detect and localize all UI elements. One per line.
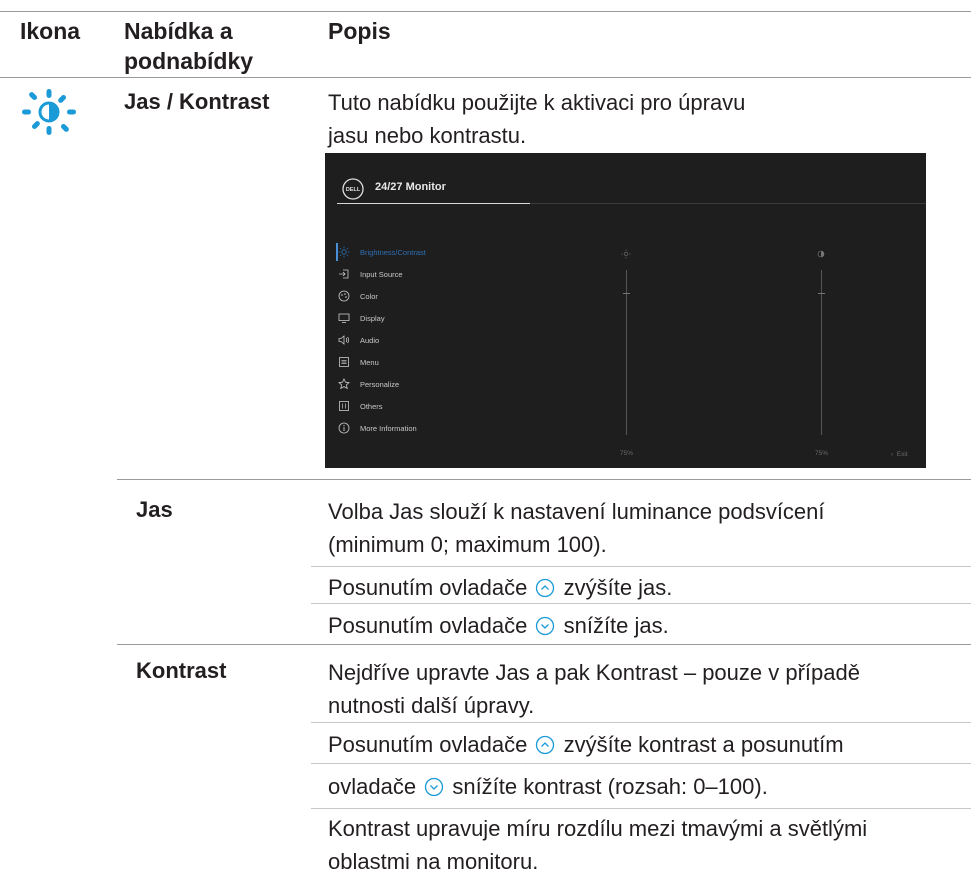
chevron-up-circle-icon — [536, 735, 555, 755]
osd-menu-label: Display — [360, 313, 385, 323]
kontrast-description: Nejdříve upravte Jas a pak Kontrast – po… — [328, 660, 860, 718]
jas-decrease-line: Posunutím ovladače snížíte jas. — [328, 609, 669, 642]
svg-text:DELL: DELL — [346, 187, 361, 193]
kontrast-decrease-pre: ovladače — [328, 774, 417, 799]
brightness-icon — [338, 246, 350, 258]
kontrast-explanation: Kontrast upravuje míru rozdílu mezi tmav… — [328, 816, 868, 874]
kontrast-decrease-line: ovladače snížíte kontrast (rozsah: 0–100… — [328, 770, 768, 803]
osd-menu-label: Menu — [360, 357, 379, 367]
osd-contrast-slider[interactable] — [821, 270, 822, 435]
star-icon — [338, 378, 350, 390]
header-description-column: Popis — [328, 18, 391, 44]
osd-menu-others[interactable]: Others — [338, 397, 383, 415]
header-menu-column: Nabídka a podnabídky — [124, 18, 254, 74]
osd-contrast-icon — [817, 250, 825, 258]
row-divider-kontrast-sub2 — [311, 763, 971, 764]
osd-menu-label: Others — [360, 401, 383, 411]
osd-menu-more-information[interactable]: More Information — [338, 419, 417, 437]
table-top-rule — [0, 11, 971, 12]
chevron-up-circle-icon — [536, 578, 555, 598]
osd-menu-label: Input Source — [360, 269, 403, 279]
others-icon — [339, 401, 349, 411]
jas-decrease-post: snížíte jas. — [563, 613, 669, 638]
osd-menu-label: Personalize — [360, 379, 400, 389]
dell-logo-icon: DELL — [342, 178, 364, 200]
osd-menu-label: Audio — [360, 335, 380, 345]
color-icon — [338, 290, 350, 302]
header-icon-column: Ikona — [20, 18, 81, 44]
brightness-contrast-icon — [20, 83, 78, 141]
info-icon — [338, 422, 350, 434]
osd-exit-button[interactable]: ‹ Exit — [891, 451, 908, 458]
jas-increase-line: Posunutím ovladače zvýšíte jas. — [328, 571, 672, 604]
main-description: Tuto nabídku použijte k aktivaci pro úpr… — [328, 90, 746, 148]
kontrast-increase-pre: Posunutím ovladače — [328, 732, 528, 757]
osd-tab-rule — [530, 203, 926, 204]
row-divider-jas-sub — [311, 566, 971, 567]
osd-menu-label: Color — [360, 291, 378, 301]
osd-brightness-sun-icon — [621, 249, 631, 259]
row-divider-kontrast-sub3 — [311, 808, 971, 809]
osd-menu-display[interactable]: Display — [338, 309, 385, 327]
osd-contrast-thumb[interactable] — [818, 293, 825, 294]
jas-increase-pre: Posunutím ovladače — [328, 575, 528, 600]
input-source-icon — [339, 269, 349, 279]
menu-label-jas-kontrast: Jas / Kontrast — [124, 89, 270, 114]
kontrast-increase-post: zvýšíte kontrast a posunutím — [563, 732, 844, 757]
row-divider-kontrast — [117, 644, 971, 645]
osd-exit-label: Exit — [896, 451, 908, 458]
osd-menu-audio[interactable]: Audio — [338, 331, 379, 349]
chevron-down-circle-icon — [536, 616, 555, 636]
audio-icon — [338, 335, 350, 345]
row-divider-jas — [117, 479, 971, 480]
osd-contrast-value: 75% — [815, 450, 829, 457]
kontrast-increase-line: Posunutím ovladače zvýšíte kontrast a po… — [328, 728, 844, 761]
osd-menu-label: Brightness/Contrast — [360, 247, 426, 257]
osd-tab-underline — [337, 203, 530, 204]
jas-decrease-pre: Posunutím ovladače — [328, 613, 528, 638]
osd-brightness-slider[interactable] — [626, 270, 627, 435]
jas-description: Volba Jas slouží k nastavení luminance p… — [328, 499, 825, 557]
osd-screenshot: DELL 24/27 Monitor Brightness/Contrast I… — [325, 153, 926, 468]
row-divider-kontrast-sub — [311, 722, 971, 723]
osd-menu-label: More Information — [360, 423, 417, 433]
display-icon — [338, 313, 350, 323]
header-bottom-rule — [0, 77, 971, 78]
osd-menu-menu[interactable]: Menu — [338, 353, 379, 371]
osd-brightness-value: 75% — [620, 450, 634, 457]
osd-title: 24/27 Monitor — [375, 181, 446, 193]
osd-menu-color[interactable]: Color — [338, 287, 378, 305]
osd-menu-input-source[interactable]: Input Source — [338, 265, 403, 283]
menu-label-jas: Jas — [136, 497, 173, 522]
osd-menu-personalize[interactable]: Personalize — [338, 375, 399, 393]
menu-label-kontrast: Kontrast — [136, 658, 227, 683]
kontrast-decrease-post: snížíte kontrast (rozsah: 0–100). — [452, 774, 768, 799]
chevron-down-circle-icon — [425, 777, 444, 797]
menu-icon — [339, 357, 349, 367]
jas-increase-post: zvýšíte jas. — [563, 575, 673, 600]
osd-menu-brightness-contrast[interactable]: Brightness/Contrast — [338, 243, 426, 261]
osd-brightness-thumb[interactable] — [623, 293, 630, 294]
